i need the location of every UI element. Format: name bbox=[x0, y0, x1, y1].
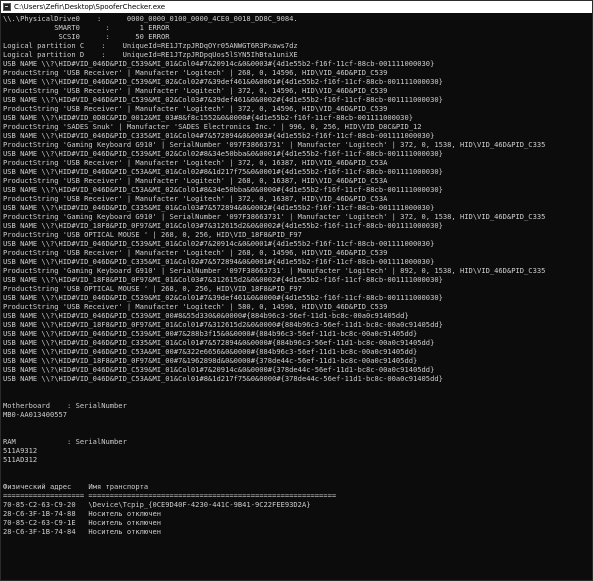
console-app-icon bbox=[3, 3, 11, 11]
console-line: Motherboard : SerialNumber bbox=[3, 401, 127, 410]
console-line: ProductString 'USB Receiver' | Manufacte… bbox=[3, 194, 388, 203]
console-line: ProductString 'USB Receiver' | Manufacte… bbox=[3, 86, 388, 95]
console-line: \\.\PhysicalDrive0 : 0000_0000_0100_0000… bbox=[3, 14, 298, 23]
console-line: USB NAME \\?\HID#VID_046D&PID_C53A&MI_01… bbox=[3, 374, 443, 383]
console-line: ProductString 'USB Receiver' | Manufacte… bbox=[3, 176, 388, 185]
console-line: Logical partition D : UniqueId=RE1JTzpJR… bbox=[3, 50, 298, 59]
console-line: USB NAME \\?\HID#VID_046D&PID_C539&MI_01… bbox=[3, 365, 435, 374]
console-line: USB NAME \\?\HID#VID_046D&PID_C53A&MI_02… bbox=[3, 185, 443, 194]
console-line: USB NAME \\?\HID#VID_046D&PID_C335&MI_01… bbox=[3, 203, 435, 212]
console-line: USB NAME \\?\HID#VID_046D&PID_C539&MI_00… bbox=[3, 311, 409, 320]
console-line: USB NAME \\?\HID#VID_046D&PID_C539&MI_01… bbox=[3, 59, 435, 68]
console-line: ProductString 'USB Receiver' | Manufacte… bbox=[3, 158, 388, 167]
console-line: ProductString 'USB Receiver' | Manufacte… bbox=[3, 248, 388, 257]
console-line: USB NAME \\?\HID#VID_046D&PID_C335&MI_01… bbox=[3, 257, 435, 266]
console-line: ProductString 'USB OPTICAL MOUSE ' | 268… bbox=[3, 230, 302, 239]
console-line: USB NAME \\?\HID#VID_046D&PID_C335&MI_01… bbox=[3, 131, 435, 140]
console-line: 28-C6-3F-1B-74-84 Носитель отключен bbox=[3, 527, 162, 536]
console-line: 70-85-C2-63-C9-20 \Device\Tcpip_{0CE9D40… bbox=[3, 500, 311, 509]
console-line: Физический адрес Имя транспорта bbox=[3, 482, 149, 491]
console-line: USB NAME \\?\HID#VID_046D&PID_C539&MI_02… bbox=[3, 95, 443, 104]
console-line: USB NAME \\?\HID#VID_046D&PID_C539&MI_02… bbox=[3, 77, 443, 86]
console-line: USB NAME \\?\HID#VID_18F8&PID_0F97&MI_01… bbox=[3, 221, 443, 230]
console-line: USB NAME \\?\HID#VID_046D&PID_C539&MI_02… bbox=[3, 293, 443, 302]
console-line: 70-85-C2-63-C9-1E Носитель отключен bbox=[3, 518, 162, 527]
console-line: USB NAME \\?\HID#VID_18F8&PID_0F97&MI_01… bbox=[3, 275, 443, 284]
console-line: USB NAME \\?\HID#VID_046D&PID_C335&MI_01… bbox=[3, 338, 435, 347]
console-line: 511AD312 bbox=[3, 455, 38, 464]
console-line: 28-C6-3F-1B-74-88 Носитель отключен bbox=[3, 509, 162, 518]
console-line: USB NAME \\?\HID#VID_046D&PID_C539&MI_00… bbox=[3, 329, 418, 338]
console-line: USB NAME \\?\HID#VID_046D&PID_C539&MI_02… bbox=[3, 149, 443, 158]
console-line: USB NAME \\?\HID#VID_046D&PID_C53A&MI_00… bbox=[3, 347, 418, 356]
console-line: ProductString 'USB Receiver' | Manufacte… bbox=[3, 68, 388, 77]
console-line: ProductString 'USB Receiver' | Manufacte… bbox=[3, 302, 388, 311]
console-line: ProductString 'Gaming Keyboard G910' | S… bbox=[3, 266, 546, 275]
console-window: C:\Users\Zefir\Desktop\SpooferChecker.ex… bbox=[0, 0, 593, 581]
console-line: ProductString 'USB Receiver' | Manufacte… bbox=[3, 104, 388, 113]
console-line: USB NAME \\?\HID#VID_0D8C&PID_0012&MI_03… bbox=[3, 113, 413, 122]
console-output[interactable]: \\.\PhysicalDrive0 : 0000_0000_0100_0000… bbox=[3, 14, 590, 580]
console-line: SCSI0 : 50 ERROR bbox=[3, 32, 170, 41]
window-title: C:\Users\Zefir\Desktop\SpooferChecker.ex… bbox=[14, 3, 166, 11]
console-line: ProductString 'SADES Snuk' | Manufacter … bbox=[3, 122, 422, 131]
console-line: RAM : SerialNumber bbox=[3, 437, 127, 446]
console-line: SMART0 : 1 ERROR bbox=[3, 23, 170, 32]
console-line: USB NAME \\?\HID#VID_18F8&PID_0F97&MI_00… bbox=[3, 356, 418, 365]
console-line: USB NAME \\?\HID#VID_18F8&PID_0F97&MI_01… bbox=[3, 320, 443, 329]
console-line: =================== ====================… bbox=[3, 491, 337, 500]
console-line: Logical partition C : UniqueId=RE1JTzpJR… bbox=[3, 41, 298, 50]
console-line: USB NAME \\?\HID#VID_046D&PID_C53A&MI_01… bbox=[3, 167, 443, 176]
console-line: ProductString 'Gaming Keyboard G910' | S… bbox=[3, 212, 546, 221]
console-line: MB0-AA013400557 bbox=[3, 410, 68, 419]
console-line: USB NAME \\?\HID#VID_046D&PID_C539&MI_01… bbox=[3, 239, 435, 248]
console-line: ProductString 'USB OPTICAL MOUSE ' | 268… bbox=[3, 284, 302, 293]
console-line: 511A9312 bbox=[3, 446, 38, 455]
title-bar[interactable]: C:\Users\Zefir\Desktop\SpooferChecker.ex… bbox=[1, 1, 592, 13]
console-line: ProductString 'Gaming Keyboard G910' | S… bbox=[3, 140, 546, 149]
